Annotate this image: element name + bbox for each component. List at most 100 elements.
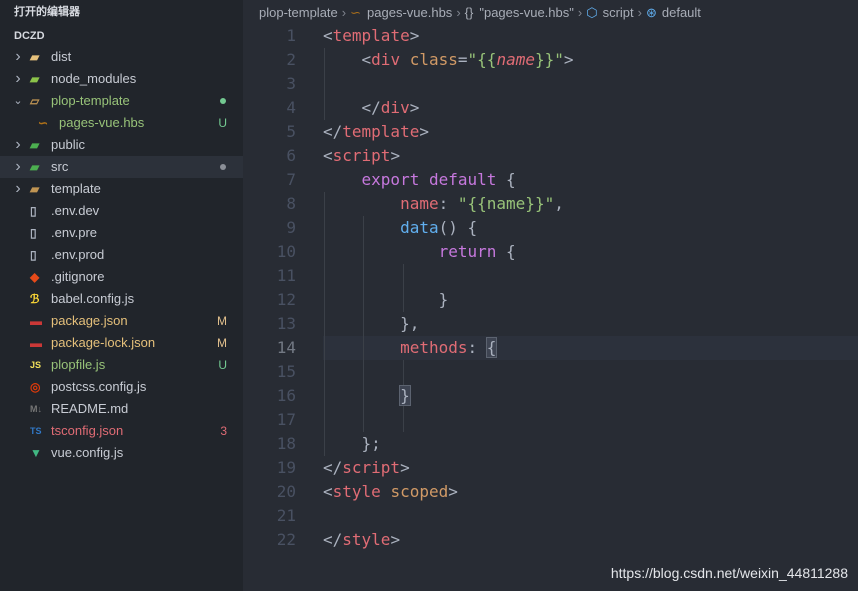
code-line-7: export default { xyxy=(361,170,516,189)
tree-item-label: README.md xyxy=(51,401,129,416)
code-line-19: </script> xyxy=(323,458,410,477)
explorer-sidebar: 打开的编辑器 DCZD › ▰ dist › ▰ node_modules ⌄ ▱ plop-t… xyxy=(0,0,243,591)
tree-item-package-lock-json[interactable]: ▬ package-lock.json M xyxy=(0,332,243,354)
line-number: 3 xyxy=(286,74,296,93)
tree-item-env-pre[interactable]: ▯ .env.pre xyxy=(0,222,243,244)
breadcrumb-default[interactable]: default xyxy=(662,0,701,26)
npm-icon: ▬ xyxy=(30,336,42,350)
tree-item-label: postcss.config.js xyxy=(51,379,147,394)
tree-item-label: babel.config.js xyxy=(51,291,135,306)
breadcrumb-file[interactable]: pages-vue.hbs xyxy=(367,0,452,26)
code-editor[interactable]: 1 2 3 4 5 6 7 8 9 10 11 12 13 14 15 16 17 18 19 20 21 22 <tem… xyxy=(243,24,858,591)
tree-item-label: plop-template xyxy=(51,93,130,108)
file-icon: ▯ xyxy=(30,204,37,218)
tree-item-label: .env.prod xyxy=(51,247,105,262)
code-line-6: <script> xyxy=(323,146,401,165)
tree-item-label: node_modules xyxy=(51,71,137,86)
chevron-right-icon: › xyxy=(456,5,461,20)
line-number: 4 xyxy=(286,98,296,117)
git-status-badge: 3 xyxy=(220,424,227,438)
line-number: 10 xyxy=(276,242,296,261)
symbol-module-icon: ⊛ xyxy=(645,5,657,20)
tree-item-gitignore[interactable]: ◆ .gitignore xyxy=(0,266,243,288)
line-number: 16 xyxy=(276,386,296,405)
tree-item-env-dev[interactable]: ▯ .env.dev xyxy=(0,200,243,222)
code-line-8: name: "{{name}}", xyxy=(400,194,564,213)
tree-item-package-json[interactable]: ▬ package.json M xyxy=(0,310,243,332)
line-number: 1 xyxy=(286,26,296,45)
chevron-right-icon[interactable]: › xyxy=(12,134,24,156)
tree-item-label: src xyxy=(51,159,69,174)
line-number: 2 xyxy=(286,50,296,69)
npm-icon: ▬ xyxy=(30,314,42,328)
tree-item-template[interactable]: › ▰ template xyxy=(0,178,243,200)
tree-item-label: .gitignore xyxy=(51,269,105,284)
tree-item-label: .env.pre xyxy=(51,225,98,240)
tree-item-dist[interactable]: › ▰ dist xyxy=(0,46,243,68)
tree-item-public[interactable]: › ▰ public xyxy=(0,134,243,156)
chevron-right-icon[interactable]: › xyxy=(12,178,24,200)
breadcrumb-block[interactable]: "pages-vue.hbs" xyxy=(479,0,574,26)
tree-item-label: template xyxy=(51,181,101,196)
public-folder-icon: ▰ xyxy=(30,138,40,152)
chevron-right-icon: › xyxy=(341,5,347,20)
tree-item-label: vue.config.js xyxy=(51,445,124,460)
breadcrumb-script[interactable]: script xyxy=(603,0,634,26)
postcss-icon: ◎ xyxy=(30,380,41,394)
open-editors-header[interactable]: 打开的编辑器 xyxy=(0,0,243,24)
vue-icon: ▼ xyxy=(30,446,42,460)
chevron-right-icon[interactable]: › xyxy=(12,156,24,178)
code-line-14: methods: { xyxy=(400,337,498,358)
project-header[interactable]: DCZD xyxy=(0,24,243,48)
code-line-1: <template> xyxy=(323,26,420,45)
code-line-18: }; xyxy=(361,434,381,453)
js-icon: JS xyxy=(30,360,42,370)
line-number: 21 xyxy=(276,506,296,525)
folder-icon: ▰ xyxy=(30,50,40,64)
code-line-20: <style scoped> xyxy=(323,482,458,501)
handlebars-icon: ∽ xyxy=(38,116,49,130)
symbol-cube-icon: ⬡ xyxy=(586,5,598,20)
line-number: 11 xyxy=(276,266,296,285)
git-status-badge: M xyxy=(217,314,227,328)
code-line-16: } xyxy=(399,385,411,406)
tree-item-vue-config-js[interactable]: ▼ vue.config.js xyxy=(0,442,243,464)
line-number: 22 xyxy=(276,530,296,549)
code-line-5: </template> xyxy=(323,122,429,141)
chevron-right-icon[interactable]: › xyxy=(12,68,24,90)
handlebars-icon: ∽ xyxy=(350,5,362,20)
code-line-13: }, xyxy=(400,314,420,333)
breadcrumb-folder[interactable]: plop-template xyxy=(259,0,338,26)
breadcrumb: plop-template › ∽ pages-vue.hbs ›{} "pages-vu… xyxy=(243,0,858,26)
tree-item-plop-template[interactable]: ⌄ ▱ plop-template xyxy=(0,90,243,112)
tree-item-readme-md[interactable]: M↓ README.md xyxy=(0,398,243,420)
tree-item-label: package.json xyxy=(51,313,128,328)
typescript-icon: TS xyxy=(30,426,42,436)
tree-item-label: pages-vue.hbs xyxy=(59,115,145,130)
line-number: 8 xyxy=(286,194,296,213)
folder-open-icon: ▱ xyxy=(30,94,40,108)
tree-item-label: package-lock.json xyxy=(51,335,156,350)
src-folder-icon: ▰ xyxy=(30,160,40,174)
code-line-10: return { xyxy=(438,242,516,261)
tree-item-postcss-config-js[interactable]: ◎ postcss.config.js xyxy=(0,376,243,398)
babel-icon: ℬ xyxy=(30,292,40,306)
line-number: 7 xyxy=(286,170,296,189)
chevron-right-icon[interactable]: › xyxy=(12,46,24,68)
git-icon: ◆ xyxy=(30,270,40,284)
tree-item-label: .env.dev xyxy=(51,203,100,218)
tree-item-src[interactable]: › ▰ src xyxy=(0,156,243,178)
tree-item-pages-vue-hbs[interactable]: ∽ pages-vue.hbs U xyxy=(0,112,243,134)
tree-item-babel-config-js[interactable]: ℬbabel.config.js xyxy=(0,288,243,310)
tree-item-node-modules[interactable]: › ▰ node_modules xyxy=(0,68,243,90)
tree-item-label: tsconfig.json xyxy=(51,423,124,438)
modified-dot xyxy=(220,164,226,170)
line-number: 14 xyxy=(276,338,296,357)
git-status-badge: M xyxy=(217,336,227,350)
tree-item-label: plopfile.js xyxy=(51,357,106,372)
chevron-down-icon[interactable]: ⌄ xyxy=(12,90,24,112)
tree-item-env-prod[interactable]: ▯ .env.prod xyxy=(0,244,243,266)
tree-item-tsconfig-json[interactable]: TS tsconfig.json 3 xyxy=(0,420,243,442)
tree-item-plopfile-js[interactable]: JS plopfile.js U xyxy=(0,354,243,376)
code-line-4: </div> xyxy=(361,98,420,117)
